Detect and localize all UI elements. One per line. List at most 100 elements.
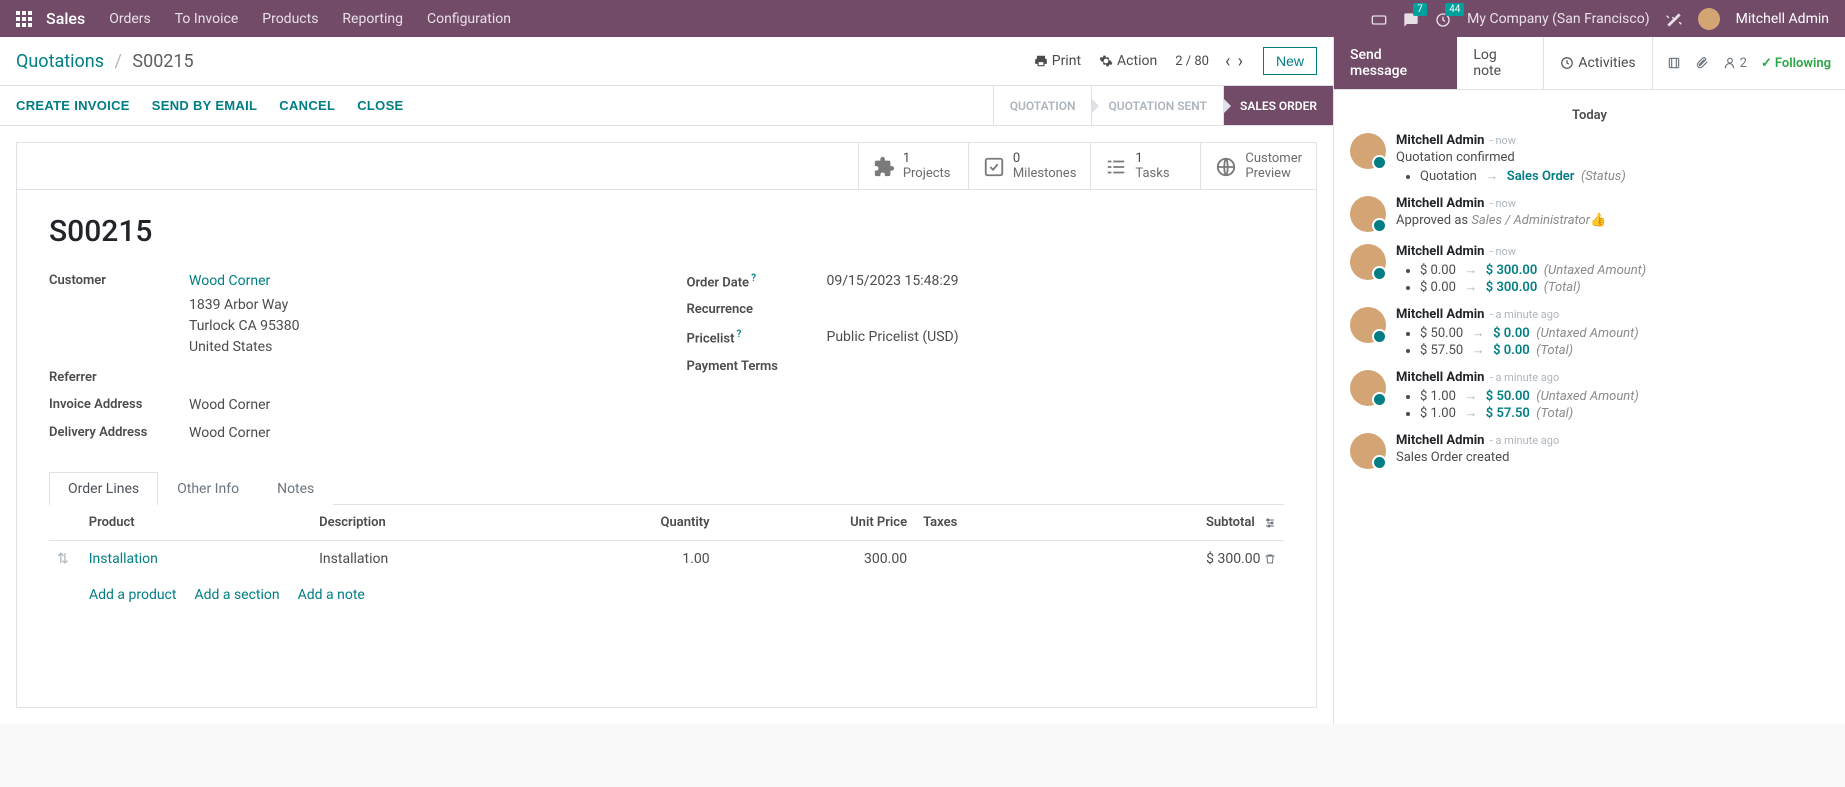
log-note-button[interactable]: Log note: [1457, 37, 1543, 89]
help-icon[interactable]: ?: [751, 273, 756, 284]
followers-button[interactable]: 2: [1723, 56, 1747, 71]
add-product-link[interactable]: Add a product: [89, 587, 176, 603]
message: Mitchell Admin - a minute agoSales Order…: [1350, 433, 1829, 469]
messaging-icon[interactable]: 7: [1403, 9, 1419, 27]
gear-icon: [1099, 54, 1113, 68]
avatar-icon: [1350, 133, 1386, 169]
message-author[interactable]: Mitchell Admin: [1396, 433, 1484, 448]
message-time: - now: [1490, 245, 1516, 258]
address-line-1: 1839 Arbor Way: [189, 295, 300, 316]
print-button[interactable]: Print: [1034, 53, 1081, 69]
col-quantity[interactable]: Quantity: [542, 505, 718, 541]
line-price[interactable]: 300.00: [718, 541, 916, 578]
payment-terms-label: Payment Terms: [687, 359, 827, 374]
top-menu: Orders To Invoice Products Reporting Con…: [109, 11, 1371, 27]
stat-tasks[interactable]: 1Tasks: [1090, 143, 1200, 189]
print-icon: [1034, 54, 1048, 68]
menu-reporting[interactable]: Reporting: [342, 11, 403, 27]
action-button[interactable]: Action: [1099, 53, 1157, 69]
col-taxes[interactable]: Taxes: [915, 505, 1051, 541]
tab-order-lines[interactable]: Order Lines: [49, 472, 158, 505]
puzzle-icon: [873, 154, 895, 179]
arrow-icon: →: [1472, 326, 1485, 341]
columns-settings-icon[interactable]: [1261, 515, 1276, 530]
tab-notes[interactable]: Notes: [258, 472, 333, 505]
pager-next-icon[interactable]: ›: [1238, 51, 1243, 72]
create-invoice-button[interactable]: CREATE INVOICE: [16, 98, 130, 113]
message: Mitchell Admin - nowQuotation confirmedQ…: [1350, 133, 1829, 184]
send-by-email-button[interactable]: SEND BY EMAIL: [152, 98, 258, 113]
order-date-label: Order Date?: [687, 273, 827, 290]
apps-icon[interactable]: [16, 11, 32, 27]
line-product[interactable]: Installation: [89, 551, 158, 567]
menu-to-invoice[interactable]: To Invoice: [175, 11, 239, 27]
message-author[interactable]: Mitchell Admin: [1396, 307, 1484, 322]
stat-milestones[interactable]: 0Milestones: [968, 143, 1091, 189]
app-name[interactable]: Sales: [46, 9, 85, 28]
message: Mitchell Admin - a minute ago$ 1.00 → $ …: [1350, 370, 1829, 421]
pager-prev-icon[interactable]: ‹: [1225, 51, 1230, 72]
tasks-icon: [1105, 154, 1127, 179]
activities-button[interactable]: Activities: [1543, 37, 1652, 89]
attachment-icon[interactable]: [1667, 56, 1681, 70]
attachment-clip-icon[interactable]: [1695, 56, 1709, 70]
status-quotation[interactable]: QUOTATION: [993, 86, 1092, 125]
voip-icon[interactable]: [1371, 9, 1387, 27]
recurrence-label: Recurrence: [687, 302, 827, 317]
activities-icon[interactable]: 44: [1435, 9, 1451, 27]
table-row[interactable]: ⇅ Installation Installation 1.00 300.00 …: [49, 541, 1284, 578]
help-icon[interactable]: ?: [736, 329, 741, 340]
tabs: Order Lines Other Info Notes: [49, 471, 1284, 505]
arrow-icon: →: [1464, 389, 1477, 404]
col-unit-price[interactable]: Unit Price: [718, 505, 916, 541]
message-author[interactable]: Mitchell Admin: [1396, 133, 1484, 148]
arrow-icon: →: [1485, 169, 1498, 184]
record-title: S00215: [49, 214, 1284, 249]
following-button[interactable]: ✓ Following: [1761, 56, 1831, 71]
col-product[interactable]: Product: [81, 505, 311, 541]
activities-badge: 44: [1445, 3, 1464, 16]
debug-icon[interactable]: [1666, 9, 1682, 27]
add-note-link[interactable]: Add a note: [298, 587, 365, 603]
message-text: Sales Order created: [1396, 450, 1829, 465]
tab-other-info[interactable]: Other Info: [158, 472, 258, 505]
menu-orders[interactable]: Orders: [109, 11, 151, 27]
pricelist-label: Pricelist?: [687, 329, 827, 346]
message-author[interactable]: Mitchell Admin: [1396, 370, 1484, 385]
send-message-button[interactable]: Send message: [1334, 37, 1457, 89]
line-qty[interactable]: 1.00: [542, 541, 718, 578]
stat-customer-preview[interactable]: CustomerPreview: [1200, 143, 1316, 189]
line-taxes[interactable]: [915, 541, 1051, 578]
invoice-address-value[interactable]: Wood Corner: [189, 397, 270, 413]
col-description[interactable]: Description: [311, 505, 541, 541]
col-subtotal[interactable]: Subtotal: [1051, 505, 1284, 541]
cancel-button[interactable]: CANCEL: [279, 98, 335, 113]
status-quotation-sent[interactable]: QUOTATION SENT: [1091, 86, 1223, 125]
user-name[interactable]: Mitchell Admin: [1736, 11, 1829, 27]
pricelist-value[interactable]: Public Pricelist (USD): [827, 329, 959, 345]
change-item: Quotation → Sales Order (Status): [1420, 168, 1829, 184]
avatar-icon: [1350, 196, 1386, 232]
line-description[interactable]: Installation: [311, 541, 541, 578]
breadcrumb-current: S00215: [132, 51, 193, 72]
message-author[interactable]: Mitchell Admin: [1396, 196, 1484, 211]
customer-link[interactable]: Wood Corner: [189, 273, 270, 289]
status-sales-order[interactable]: SALES ORDER: [1223, 86, 1333, 125]
delete-line-icon[interactable]: [1264, 551, 1276, 567]
message-author[interactable]: Mitchell Admin: [1396, 244, 1484, 259]
close-button[interactable]: CLOSE: [357, 98, 403, 113]
add-section-link[interactable]: Add a section: [194, 587, 279, 603]
menu-configuration[interactable]: Configuration: [427, 11, 511, 27]
delivery-address-value[interactable]: Wood Corner: [189, 425, 270, 441]
new-button[interactable]: New: [1263, 47, 1317, 75]
user-avatar-icon[interactable]: [1698, 8, 1720, 30]
company-switcher[interactable]: My Company (San Francisco): [1467, 11, 1649, 27]
drag-handle-icon[interactable]: ⇅: [57, 551, 73, 567]
order-date-value[interactable]: 09/15/2023 15:48:29: [827, 273, 959, 289]
change-item: $ 50.00 → $ 0.00 (Untaxed Amount): [1420, 325, 1829, 341]
stat-projects[interactable]: 1Projects: [858, 143, 968, 189]
menu-products[interactable]: Products: [262, 11, 318, 27]
pager-value[interactable]: 2 / 80: [1175, 54, 1209, 69]
address-line-2: Turlock CA 95380: [189, 316, 300, 337]
breadcrumb-quotations[interactable]: Quotations: [16, 51, 104, 72]
